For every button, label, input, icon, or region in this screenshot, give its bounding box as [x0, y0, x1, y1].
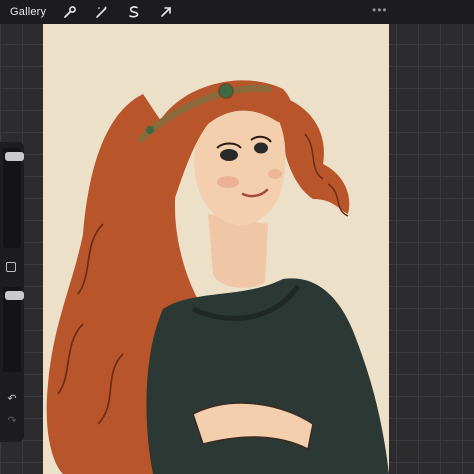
circlet-gem: [218, 83, 234, 99]
undo-button[interactable]: ↶: [5, 392, 19, 406]
brush-size-handle[interactable]: [5, 152, 24, 161]
transform-icon: [161, 7, 172, 17]
opacity-slider[interactable]: [3, 287, 24, 372]
wrench-icon: [64, 6, 77, 18]
brush-size-slider[interactable]: [3, 148, 24, 248]
selection-icon: [129, 6, 139, 18]
adjustments-icon: [96, 6, 108, 18]
actions-button[interactable]: [60, 2, 80, 22]
selection-button[interactable]: [124, 2, 144, 22]
modify-button[interactable]: [6, 262, 16, 272]
right-eye: [254, 142, 268, 154]
more-options-handle[interactable]: •••: [372, 3, 388, 17]
drawing-canvas[interactable]: [43, 24, 389, 474]
gallery-button[interactable]: Gallery: [10, 6, 46, 18]
left-eye: [220, 149, 238, 161]
top-toolbar: Gallery •••: [0, 0, 474, 24]
adjustments-button[interactable]: [92, 2, 112, 22]
left-sidebar: ↶ ↷: [0, 142, 24, 442]
redo-button[interactable]: ↷: [5, 414, 19, 428]
illustration: [43, 24, 389, 474]
opacity-handle[interactable]: [5, 291, 24, 300]
transform-button[interactable]: [156, 2, 176, 22]
